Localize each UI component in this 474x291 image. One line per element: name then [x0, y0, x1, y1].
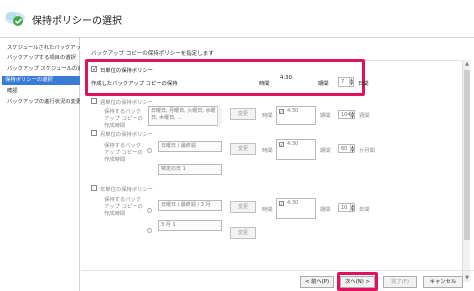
weekly-policy-checkbox[interactable] [91, 98, 97, 104]
monthly-period-label: 期間 [320, 148, 331, 154]
stepper-arrows-icon[interactable]: ▲ ▼ [350, 111, 354, 119]
monthly-unit-label: か月間 [359, 148, 375, 154]
monthly-option2-box[interactable]: 特定の日 1 [158, 164, 222, 175]
yearly-time-label: 時間 [262, 207, 273, 213]
stepper-arrows-icon[interactable]: ▲ ▼ [349, 78, 353, 86]
footer-divider [81, 270, 474, 271]
scroll-up-icon[interactable]: ▲ [463, 60, 471, 68]
weekly-change-button[interactable]: 変更 [230, 108, 256, 120]
stepper-arrows-icon[interactable]: ▲ ▼ [350, 204, 354, 212]
daily-retain-label: 作成したバックアップ コピーの保持 [91, 81, 178, 87]
yearly-time-list[interactable]: ✓ 4:30 [276, 198, 316, 219]
sidebar-item-scheduled-backup[interactable]: スケジュールされたバックアップ... [4, 44, 80, 53]
vertical-scrollbar[interactable]: ▲ ▼ [462, 60, 470, 282]
sidebar-item-progress[interactable]: バックアップの進行状況の変更 [4, 98, 80, 107]
yearly-option1-box[interactable]: 日曜日 / 最終週 / 3 月 [158, 200, 222, 211]
yearly-time-value: 4:30 [287, 200, 299, 206]
yearly-period-stepper[interactable]: 10 ▲ ▼ [338, 203, 355, 212]
monthly-policy-label: 月単位の保持ポリシー [100, 132, 153, 138]
daily-unit-label: 日間 [358, 81, 369, 87]
sidebar-item-retention-policy[interactable]: 保持ポリシーの選択 [2, 76, 80, 85]
daily-period-label: 期間 [318, 81, 329, 87]
daily-period-value: 7 [341, 79, 345, 85]
weekly-time-list[interactable]: ✓ 4:30 [276, 106, 316, 125]
monthly-time-value: 4:30 [287, 141, 299, 147]
weekly-retain-label: 保持するバックアップ コピーの作成時間 [104, 109, 143, 129]
weekly-time-checkbox[interactable]: ✓ [279, 109, 284, 114]
weekly-policy-label: 週単位の保持ポリシー [100, 100, 153, 106]
yearly-retain-label: 保持するバックアップ コピーの作成時間 [104, 197, 143, 217]
weekly-days-scrollbar[interactable] [217, 106, 222, 126]
sidebar-item-select-items[interactable]: バックアップする項目の選択 [4, 54, 80, 63]
monthly-policy-checkbox[interactable] [91, 130, 97, 136]
monthly-period-value: 60 [341, 146, 348, 152]
daily-time-label: 時間 [259, 81, 270, 87]
backup-app-icon [5, 12, 25, 26]
scroll-down-icon[interactable]: ▼ [463, 274, 471, 282]
daily-time-value: 4:30 [280, 75, 292, 81]
weekly-days-list[interactable]: 日曜日, 月曜日, 火曜日, 水曜日, 木曜日, ... [148, 106, 222, 126]
weekly-time-label: 時間 [262, 113, 273, 119]
yearly-time-checkbox[interactable]: ✓ [279, 201, 284, 206]
finish-button[interactable]: 完了(F) [383, 276, 417, 288]
monthly-period-stepper[interactable]: 60 ▲ ▼ [338, 144, 355, 153]
daily-period-stepper[interactable]: 7 ▲ ▼ [338, 77, 354, 87]
next-button[interactable]: 次へ(N) > [340, 276, 375, 288]
wizard-steps-sidebar: スケジュールされたバックアップ... バックアップする項目の選択 バックアップ … [0, 38, 80, 291]
yearly-policy-label: 年単位の保持ポリシー [100, 187, 153, 193]
prev-button[interactable]: < 前へ(P) [300, 276, 334, 288]
daily-policy-highlight [85, 59, 365, 96]
wizard-header: 保持ポリシーの選択 [0, 0, 474, 38]
weekly-period-label: 期間 [320, 113, 331, 119]
scrollbar-thumb[interactable] [464, 70, 470, 240]
sidebar-item-select-schedule[interactable]: バックアップ スケジュールの選択 [4, 65, 80, 74]
yearly-unit-label: 年間 [359, 207, 370, 213]
yearly-period-value: 10 [341, 205, 348, 211]
weekly-unit-label: 週間 [359, 113, 370, 119]
monthly-option1-radio[interactable] [147, 148, 152, 153]
yearly-policy-checkbox[interactable] [91, 185, 97, 191]
monthly-change-button[interactable]: 変更 [230, 143, 256, 155]
intro-text: バックアップ コピーの保持ポリシーを指定します [91, 51, 214, 57]
monthly-option1-box[interactable]: 日曜日 / 最終週 [158, 141, 222, 152]
monthly-time-list[interactable]: ✓ 4:30 [276, 139, 316, 160]
yearly-option2-radio[interactable] [147, 228, 152, 233]
monthly-time-label: 時間 [262, 148, 273, 154]
yearly-period-label: 期間 [320, 207, 331, 213]
stepper-arrows-icon[interactable]: ▲ ▼ [350, 145, 354, 153]
yearly-option1-radio[interactable] [147, 208, 152, 213]
monthly-time-checkbox[interactable]: ✓ [279, 142, 284, 147]
page-title: 保持ポリシーの選択 [32, 16, 122, 27]
daily-policy-checkbox[interactable]: ✓ [91, 66, 97, 73]
weekly-time-value: 4:30 [287, 108, 299, 114]
yearly-change-button[interactable]: 変更 [230, 201, 256, 213]
monthly-retain-label: 保持するバックアップ コピーの作成時間 [104, 143, 143, 163]
daily-policy-label: 日単位の保持ポリシー [100, 68, 153, 74]
yearly-option2-box[interactable]: 3 月 1 [158, 220, 222, 231]
sidebar-item-confirm[interactable]: 確認 [4, 87, 80, 96]
cancel-button[interactable]: キャンセル [423, 276, 463, 288]
yearly-change2-button[interactable]: 変更 [230, 227, 256, 239]
weekly-period-stepper[interactable]: 104 ▲ ▼ [338, 110, 355, 119]
